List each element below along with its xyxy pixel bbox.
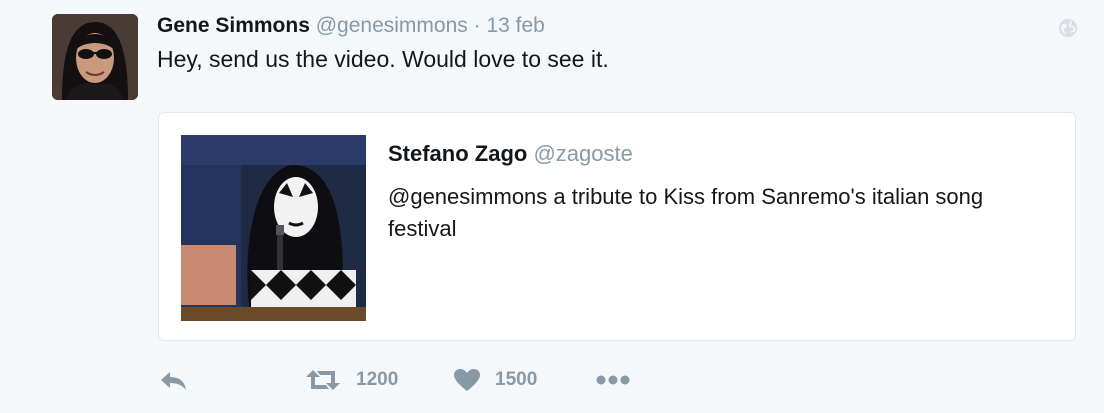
quoted-tweet[interactable]: Stefano Zago @zagoste @genesimmons a tri… bbox=[158, 112, 1076, 341]
tweet: Gene Simmons @genesimmons · 13 feb Hey, … bbox=[0, 0, 1104, 413]
quoted-author-name[interactable]: Stefano Zago bbox=[388, 141, 527, 166]
author-handle[interactable]: @genesimmons bbox=[316, 14, 468, 37]
heart-icon bbox=[454, 369, 480, 391]
author-name[interactable]: Gene Simmons bbox=[157, 14, 310, 37]
quoted-author-handle[interactable]: @zagoste bbox=[533, 141, 632, 166]
like-count: 1500 bbox=[495, 369, 538, 390]
header-separator: · bbox=[473, 14, 481, 37]
more-icon bbox=[596, 375, 630, 385]
quoted-header: Stefano Zago @zagoste bbox=[388, 139, 633, 169]
quoted-photo bbox=[181, 135, 366, 321]
tweet-timestamp[interactable]: 13 feb bbox=[486, 14, 544, 37]
tweet-text: Hey, send us the video. Would love to se… bbox=[157, 46, 609, 72]
retweet-button[interactable]: 1200 bbox=[304, 364, 398, 396]
quoted-text: @genesimmons a tribute to Kiss from Sanr… bbox=[388, 184, 984, 241]
reply-icon bbox=[161, 372, 186, 390]
globe-icon bbox=[1058, 18, 1078, 38]
more-button[interactable] bbox=[595, 364, 631, 396]
author-avatar[interactable] bbox=[52, 14, 138, 100]
tweet-header: Gene Simmons @genesimmons · 13 feb bbox=[157, 12, 545, 40]
retweet-count: 1200 bbox=[356, 369, 399, 390]
like-button[interactable]: 1500 bbox=[453, 364, 537, 396]
reply-button[interactable] bbox=[158, 364, 190, 396]
retweet-icon bbox=[306, 370, 340, 390]
